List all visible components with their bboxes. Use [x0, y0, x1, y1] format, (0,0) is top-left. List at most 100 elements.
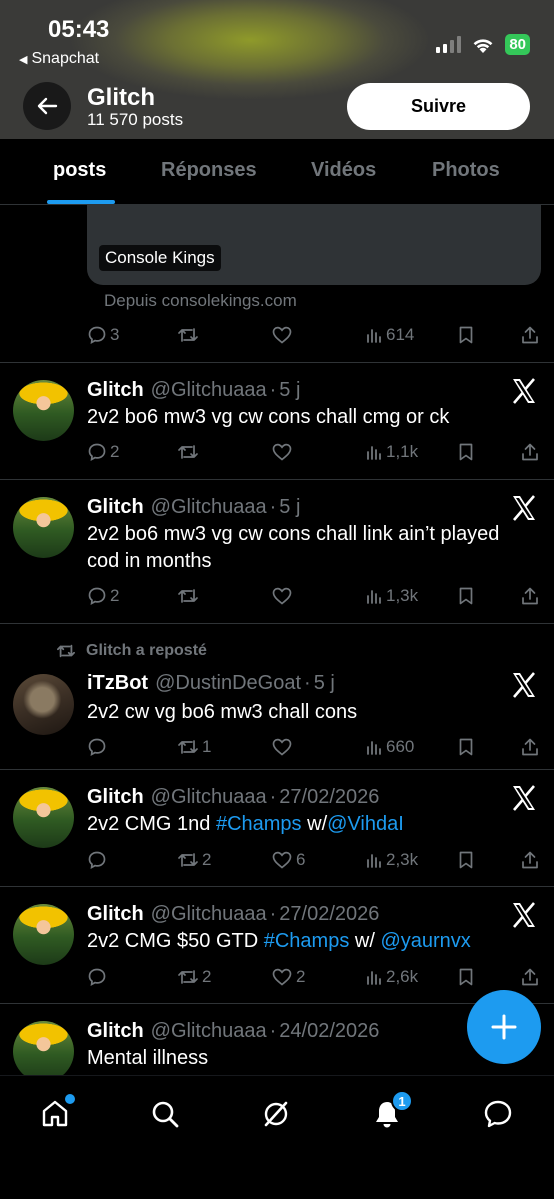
views-button[interactable]: 1,1k — [365, 442, 418, 462]
mention-link[interactable]: @VihdaI — [327, 813, 404, 835]
repost-button[interactable] — [177, 325, 202, 345]
like-button[interactable] — [271, 737, 296, 757]
profile-posts-count: 11 570 posts — [87, 110, 184, 129]
post-author-handle[interactable]: @Glitchuaaa — [151, 903, 267, 926]
repost-icon — [178, 970, 198, 984]
separator-dot: · — [304, 672, 311, 694]
nav-notifications[interactable]: 1 — [367, 1090, 413, 1134]
heart-icon — [272, 443, 292, 461]
post-author-name[interactable]: iTzBot — [87, 672, 148, 695]
cellular-signal-icon — [436, 36, 462, 53]
avatar[interactable] — [13, 787, 74, 848]
views-button[interactable]: 1,3k — [365, 586, 418, 606]
views-button[interactable]: 614 — [365, 325, 414, 345]
post-author-handle[interactable]: @Glitchuaaa — [151, 786, 267, 809]
post-author-handle[interactable]: @Glitchuaaa — [151, 1020, 267, 1043]
nav-search[interactable] — [145, 1094, 185, 1134]
post-text: 2v2 cw vg bo6 mw3 chall cons — [87, 701, 358, 723]
share-button[interactable] — [520, 967, 540, 987]
post-item[interactable]: Glitch @Glitchuaaa · 27/02/2026 2v2 CMG … — [0, 770, 554, 886]
post-item[interactable]: Glitch @Glitchuaaa · 5 j 2v2 bo6 mw3 vg … — [0, 363, 554, 479]
repost-button[interactable]: 2 — [177, 967, 211, 987]
post-item[interactable]: Glitch @Glitchuaaa · 5 j 2v2 bo6 mw3 vg … — [0, 480, 554, 623]
wifi-icon — [473, 38, 493, 53]
views-chart-icon — [367, 854, 381, 868]
avatar[interactable] — [13, 674, 74, 735]
reply-button[interactable] — [87, 737, 110, 757]
heart-icon — [272, 326, 292, 344]
follow-button[interactable]: Suivre — [347, 83, 530, 130]
bookmark-button[interactable] — [457, 967, 475, 987]
bookmark-button[interactable] — [457, 442, 475, 462]
like-count: 6 — [296, 850, 306, 869]
like-button[interactable]: 2 — [271, 967, 305, 987]
like-button[interactable]: 6 — [271, 850, 305, 870]
like-button[interactable] — [271, 442, 296, 462]
bookmark-button[interactable] — [457, 737, 475, 757]
avatar[interactable] — [13, 1021, 74, 1075]
share-icon — [522, 851, 538, 869]
mention-link[interactable]: @yaurnvx — [380, 930, 470, 952]
repost-button[interactable] — [177, 442, 202, 462]
bottom-navigation: 1 — [0, 1075, 554, 1199]
hashtag-link[interactable]: #Champs — [264, 930, 350, 952]
nav-home[interactable] — [35, 1094, 75, 1134]
share-button[interactable] — [520, 586, 540, 606]
share-button[interactable] — [520, 737, 540, 757]
post-author-name[interactable]: Glitch — [87, 903, 144, 926]
link-card-source[interactable]: Depuis consolekings.com — [104, 291, 297, 311]
back-to-app-link[interactable]: ◀ Snapchat — [19, 50, 99, 68]
reply-button[interactable] — [87, 850, 110, 870]
bookmark-button[interactable] — [457, 586, 475, 606]
avatar[interactable] — [13, 904, 74, 965]
views-button[interactable]: 2,6k — [365, 967, 418, 987]
like-button[interactable] — [271, 325, 296, 345]
post-item[interactable]: Glitch a reposté iTzBot @DustinDeGoat · … — [0, 624, 554, 769]
like-button[interactable] — [271, 586, 296, 606]
compose-post-button[interactable] — [467, 990, 541, 1064]
status-time: 05:43 — [48, 16, 110, 43]
heart-icon — [272, 587, 292, 605]
share-button[interactable] — [520, 442, 540, 462]
bookmark-button[interactable] — [457, 325, 475, 345]
post-author-name[interactable]: Glitch — [87, 786, 144, 809]
tab-videos[interactable]: Vidéos — [311, 159, 376, 182]
share-button[interactable] — [520, 325, 540, 345]
views-button[interactable]: 660 — [365, 737, 414, 757]
avatar[interactable] — [13, 497, 74, 558]
views-button[interactable]: 2,3k — [365, 850, 418, 870]
nav-grok[interactable] — [256, 1094, 296, 1134]
repost-button[interactable]: 2 — [177, 850, 211, 870]
post-author-handle[interactable]: @DustinDeGoat — [155, 672, 301, 695]
repost-button[interactable] — [177, 586, 202, 606]
reply-button[interactable]: 2 — [87, 442, 119, 462]
post-item[interactable]: Glitch @Glitchuaaa · 27/02/2026 2v2 CMG … — [0, 887, 554, 1003]
avatar[interactable] — [13, 380, 74, 441]
repost-button[interactable]: 1 — [177, 737, 211, 757]
bookmark-icon — [459, 587, 473, 605]
hashtag-link[interactable]: #Champs — [216, 813, 302, 835]
post-author-name[interactable]: Glitch — [87, 496, 144, 519]
tab-replies[interactable]: Réponses — [161, 159, 257, 182]
nav-messages[interactable] — [478, 1094, 518, 1134]
post-header: Glitch @Glitchuaaa · 27/02/2026 — [87, 786, 379, 809]
bookmark-button[interactable] — [457, 850, 475, 870]
tab-photos[interactable]: Photos — [432, 159, 500, 182]
link-card[interactable]: Console Kings — [87, 205, 541, 285]
post-author-name[interactable]: Glitch — [87, 1020, 144, 1043]
post-author-name[interactable]: Glitch — [87, 379, 144, 402]
reply-button[interactable] — [87, 967, 110, 987]
views-count: 614 — [386, 325, 415, 344]
x-logo-icon — [513, 672, 535, 698]
x-logo-icon — [513, 378, 535, 404]
back-button[interactable] — [23, 82, 71, 130]
posts-feed[interactable]: Console Kings Depuis consolekings.com 3 … — [0, 205, 554, 1075]
separator-dot: · — [269, 786, 277, 808]
share-button[interactable] — [520, 850, 540, 870]
post-author-handle[interactable]: @Glitchuaaa — [151, 379, 267, 402]
reposted-by-text[interactable]: Glitch a reposté — [86, 642, 207, 660]
post-author-handle[interactable]: @Glitchuaaa — [151, 496, 267, 519]
reply-button[interactable]: 2 — [87, 586, 119, 606]
reply-button[interactable]: 3 — [87, 325, 119, 345]
tab-posts[interactable]: posts — [53, 159, 106, 182]
